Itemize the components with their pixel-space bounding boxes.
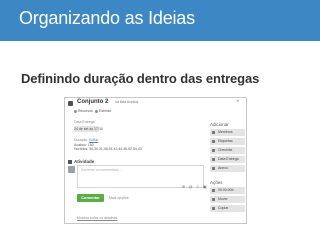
- tab-estimar[interactable]: Estimar: [95, 109, 111, 113]
- slide-subtitle: Definindo duração dentro das entregas: [21, 71, 260, 86]
- comment-tools-icons[interactable]: ⊕ @ ☺ ▣: [182, 184, 208, 189]
- comment-hint[interactable]: Mais opções: [109, 196, 129, 200]
- arrow-right-icon: [212, 197, 215, 201]
- paperclip-icon: [212, 166, 215, 170]
- sidebar-button-timer[interactable]: 00:00:00b: [210, 187, 245, 194]
- activity-heading: Atividade: [68, 159, 94, 164]
- tab-recursos[interactable]: Recursos: [74, 109, 93, 113]
- person-icon: [212, 130, 215, 134]
- activity-icon: [68, 159, 72, 164]
- copy-icon: [212, 206, 215, 210]
- sidebar-button-move[interactable]: Mover: [210, 196, 245, 203]
- sidebar-button-checklist[interactable]: Checklist: [210, 147, 245, 154]
- sidebar-actions-heading: Ações: [210, 180, 223, 185]
- close-icon[interactable]: ×: [236, 99, 240, 105]
- show-details-link[interactable]: Mostrar todos os detalhes: [77, 216, 117, 220]
- comment-input[interactable]: Escrever um comentário... ⊕ @ ☺ ▣: [77, 165, 207, 189]
- hours-line: Horários: 30,30,31,46,51,42,44,45,52,54,…: [74, 147, 142, 151]
- card-detail-window: Conjunto 2 na lista Aceitos × Recursos E…: [64, 97, 247, 224]
- sidebar-button-copy[interactable]: Copiar: [210, 205, 245, 212]
- tag-icon: [212, 139, 215, 143]
- duration-edit-link[interactable]: Editar: [89, 138, 98, 142]
- tab-dot-icon: [95, 109, 98, 113]
- due-date-badge[interactable]: 24 de set às 17:30: [74, 126, 103, 132]
- duration-label: Duração: Editar: [74, 138, 99, 142]
- checklist-icon: [212, 148, 215, 152]
- sidebar-button-labels[interactable]: Etiquetas: [210, 138, 245, 145]
- card-icon: [68, 101, 73, 106]
- timer-icon: [212, 188, 215, 192]
- comment-button[interactable]: Comentar: [77, 194, 104, 202]
- card-title[interactable]: Conjunto 2: [77, 99, 108, 105]
- sidebar-button-due-date[interactable]: Data Entrega: [210, 156, 245, 163]
- sidebar-button-members[interactable]: Membros: [210, 129, 245, 136]
- tab-dot-icon: [74, 109, 77, 113]
- avatar: [68, 166, 75, 173]
- sidebar-button-attachment[interactable]: Anexo: [210, 165, 245, 172]
- slide-title: Organizando as Ideias: [19, 8, 195, 28]
- card-list-info[interactable]: na lista Aceitos: [115, 100, 138, 104]
- due-date-label: Data Entrega: [74, 120, 95, 124]
- card-header: Conjunto 2 na lista Aceitos ×: [65, 98, 246, 109]
- sidebar-add-heading: Adicionar: [210, 122, 229, 127]
- clock-icon: [212, 157, 215, 161]
- comment-placeholder: Escrever um comentário...: [81, 168, 122, 172]
